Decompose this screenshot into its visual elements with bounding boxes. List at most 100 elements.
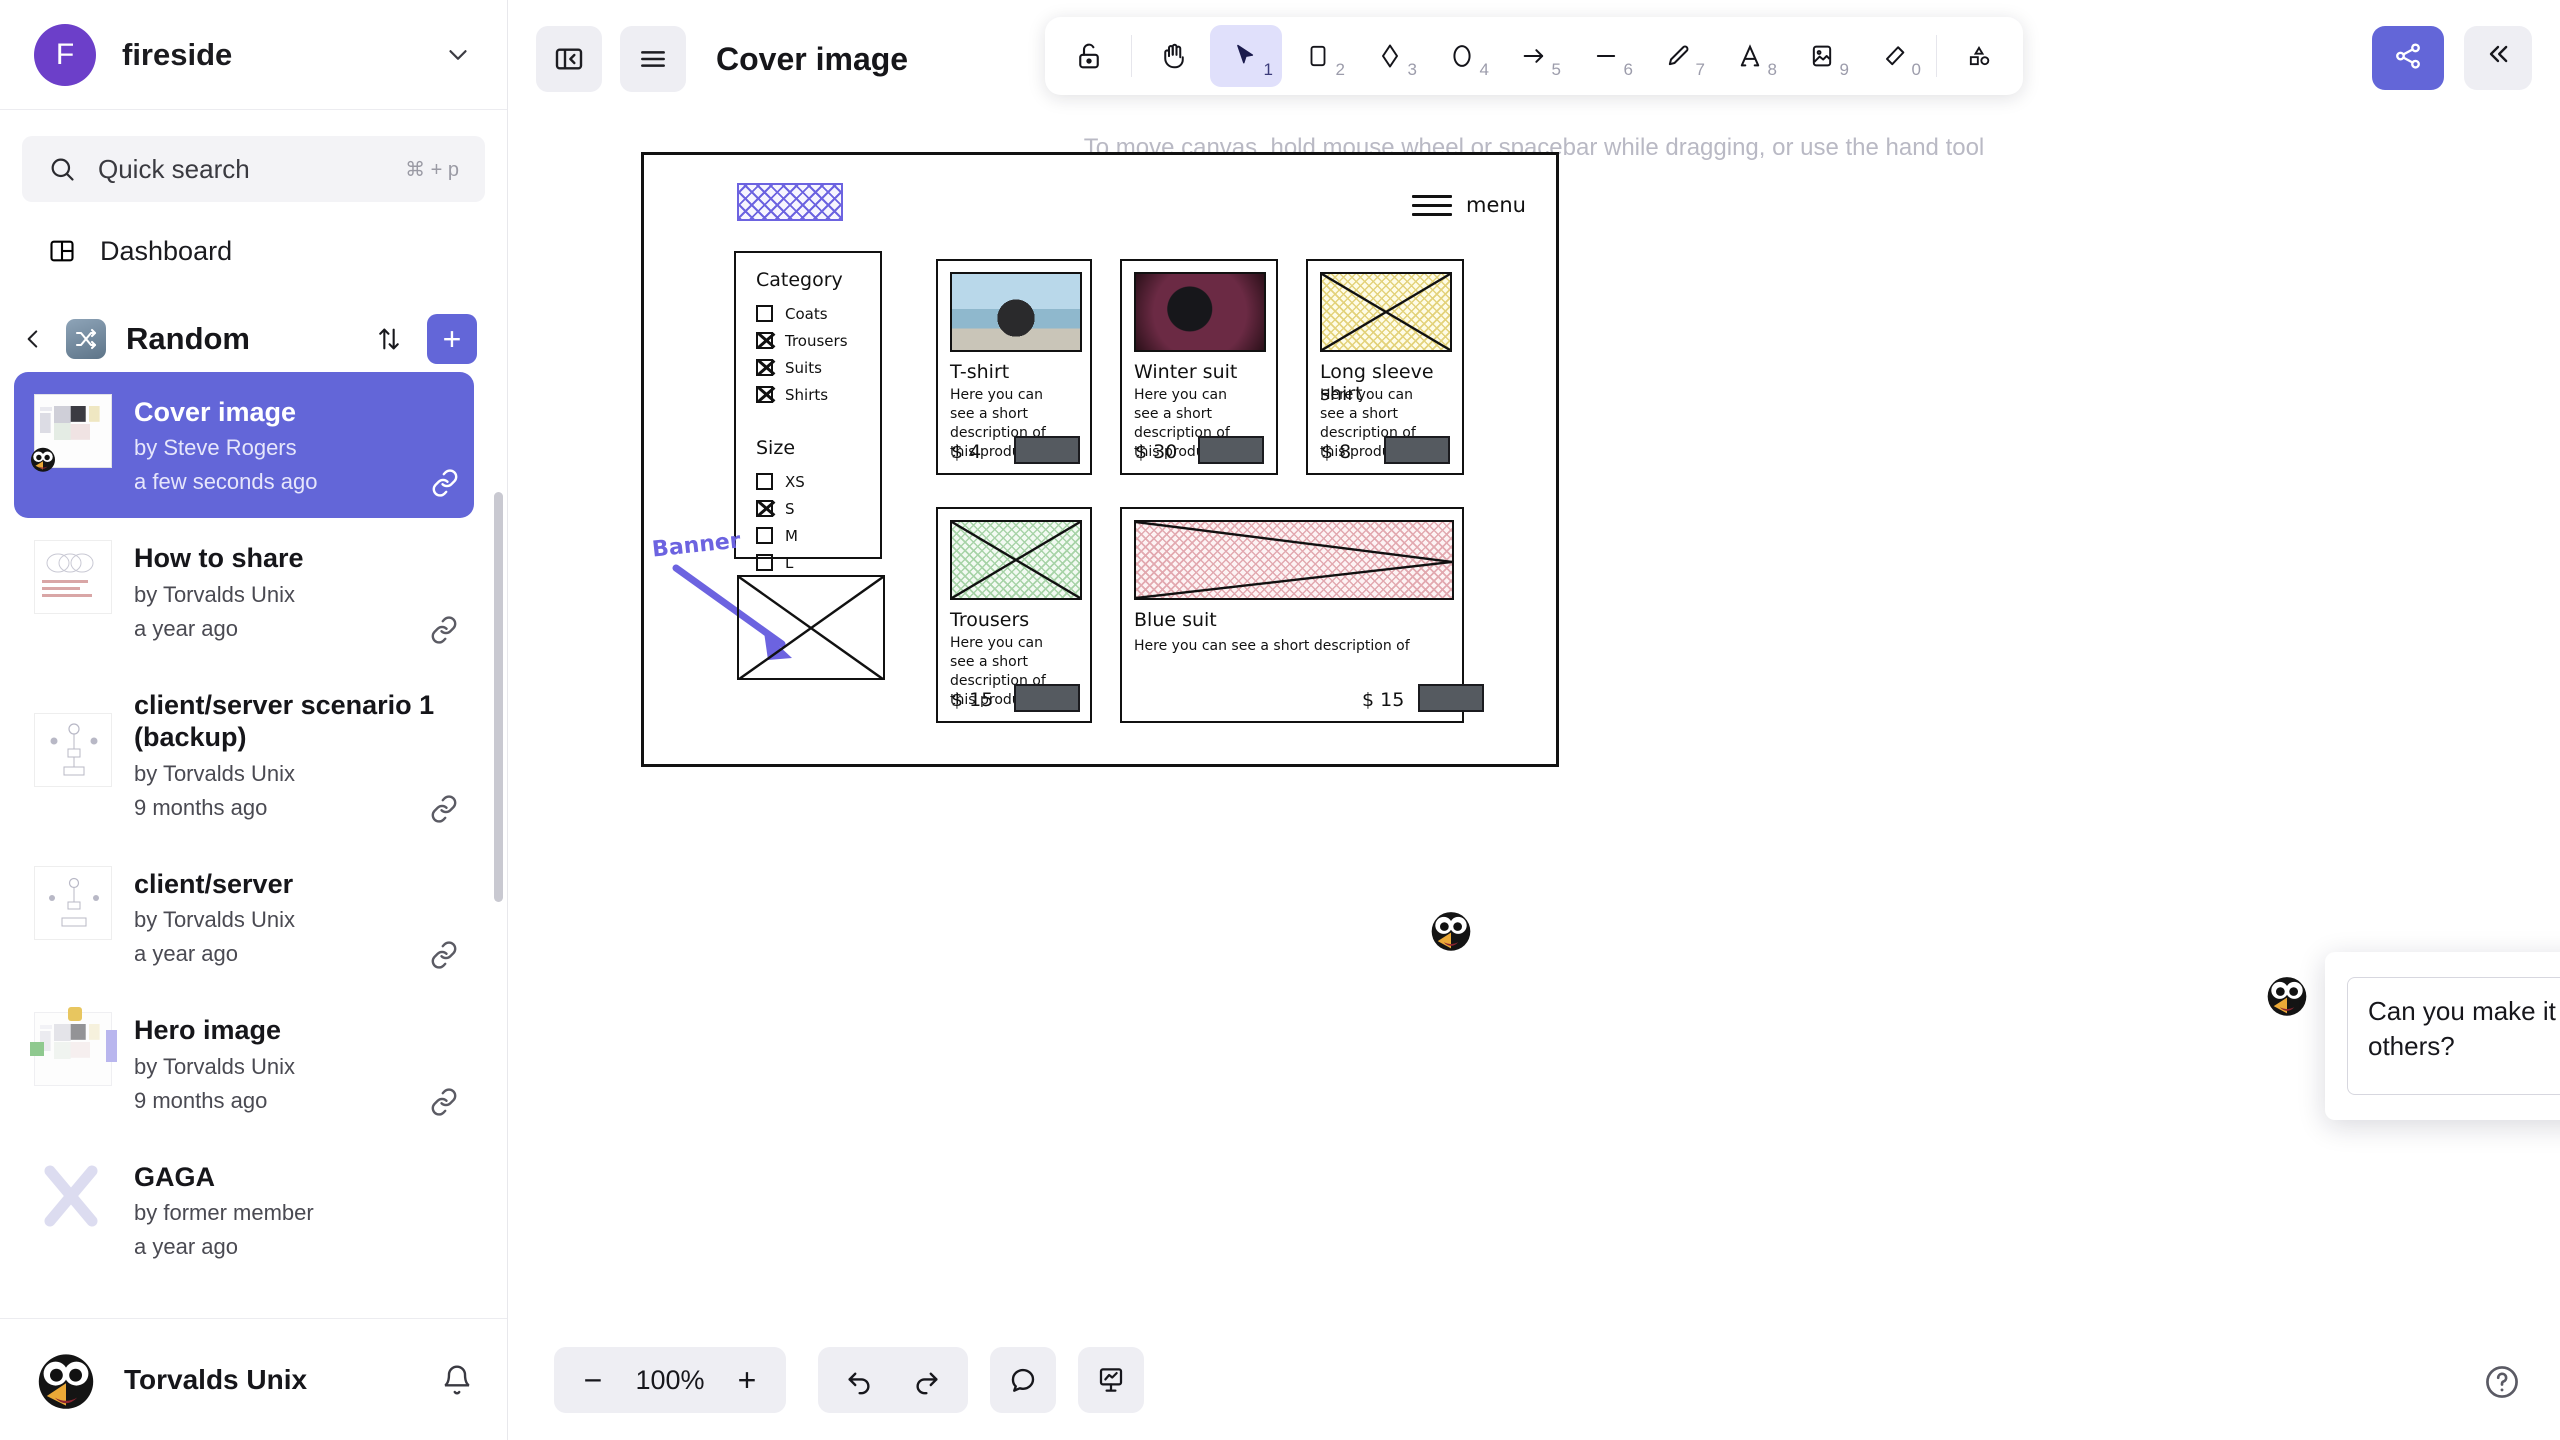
product-cta-placeholder[interactable] xyxy=(1014,684,1080,712)
list-item[interactable]: client/server scenario 1 (backup) by Tor… xyxy=(14,665,473,844)
wireframe-filter-panel[interactable]: Category Coats Trousers Suits Shirts Siz… xyxy=(734,251,882,572)
sidebar-item-dashboard[interactable]: Dashboard xyxy=(22,220,485,282)
wireframe-menu[interactable]: menu xyxy=(1412,193,1526,217)
product-cta-placeholder[interactable] xyxy=(1014,436,1080,464)
filter-option-coats[interactable]: Coats xyxy=(756,301,880,326)
wireframe-product-card[interactable]: Trousers Here you can see a short descri… xyxy=(936,507,1092,723)
document-author: by Torvalds Unix xyxy=(134,581,295,607)
document-time: a year ago xyxy=(134,1234,238,1260)
checkbox-checked-icon[interactable] xyxy=(756,332,773,349)
banner-annotation-label[interactable]: Banner xyxy=(651,528,742,562)
checkbox-icon[interactable] xyxy=(756,473,773,490)
product-cta-placeholder[interactable] xyxy=(1384,436,1450,464)
document-title: How to share xyxy=(134,543,304,574)
copy-link-icon[interactable] xyxy=(430,468,460,498)
sidebar-scrollbar[interactable] xyxy=(494,492,503,1318)
wireframe-menu-label: menu xyxy=(1466,193,1526,217)
list-item[interactable]: How to share by Torvalds Unix a year ago xyxy=(14,518,473,664)
filter-option-trousers[interactable]: Trousers xyxy=(756,328,880,353)
filter-option-suits[interactable]: Suits xyxy=(756,355,880,380)
zoom-level-value[interactable]: 100% xyxy=(622,1365,718,1396)
wireframe-frame[interactable]: menu Category Coats Trousers Suits Shirt… xyxy=(641,152,1559,767)
wireframe-banner-block[interactable] xyxy=(737,183,843,221)
help-button[interactable] xyxy=(2472,1352,2532,1412)
wireframe-product-card[interactable]: Long sleeve shirt Here you can see a sho… xyxy=(1306,259,1464,475)
comment-input[interactable] xyxy=(2347,977,2560,1095)
document-author: by Torvalds Unix xyxy=(134,1053,295,1079)
sidebar: F fireside Quick search ⌘ + p Dashboard xyxy=(0,0,508,1440)
comment-bubble-icon[interactable] xyxy=(990,1347,1056,1413)
chevron-left-icon[interactable] xyxy=(14,320,52,358)
checkbox-icon[interactable] xyxy=(756,527,773,544)
copy-link-icon[interactable] xyxy=(429,940,459,970)
checkbox-checked-icon[interactable] xyxy=(756,359,773,376)
document-author: by Steve Rogers xyxy=(134,435,297,461)
workspace-name: fireside xyxy=(122,36,233,72)
document-thumbnail xyxy=(31,394,112,472)
document-title: client/server xyxy=(134,868,294,899)
checkbox-checked-icon[interactable] xyxy=(756,386,773,403)
wireframe-product-card[interactable]: Winter suit Here you can see a short des… xyxy=(1120,259,1278,475)
product-cta-placeholder[interactable] xyxy=(1418,684,1484,712)
user-name: Torvalds Unix xyxy=(124,1363,308,1395)
list-item[interactable]: client/server by Torvalds Unix a year ag… xyxy=(14,844,473,990)
filter-option-label: Coats xyxy=(785,304,828,323)
copy-link-icon[interactable] xyxy=(429,1087,459,1117)
search-icon xyxy=(48,155,76,183)
hamburger-menu-icon[interactable] xyxy=(620,26,686,92)
wireframe-product-card-blue-suit[interactable]: Blue suit Here you can see a short descr… xyxy=(1120,507,1484,723)
filter-size-xs[interactable]: XS xyxy=(756,469,880,494)
presentation-icon[interactable] xyxy=(1078,1347,1144,1413)
document-author: by former member xyxy=(134,1200,314,1226)
product-image-placeholder xyxy=(1320,272,1452,352)
penguin-presence-marker[interactable] xyxy=(1422,900,1480,958)
top-bar: Cover image xyxy=(508,0,2560,118)
penguin-presence-icon xyxy=(31,447,55,472)
add-document-button[interactable]: + xyxy=(427,314,477,364)
document-meta: GAGA by former member a year ago xyxy=(134,1159,453,1261)
wireframe-product-card[interactable]: T-shirt Here you can see a short descrip… xyxy=(936,259,1092,475)
zoom-in-button[interactable]: + xyxy=(718,1351,776,1409)
filter-option-label: Trousers xyxy=(785,331,848,350)
shuffle-icon xyxy=(66,319,106,359)
sidebar-footer: Torvalds Unix xyxy=(0,1318,507,1440)
bell-icon[interactable] xyxy=(441,1364,473,1396)
product-price: $ 8 xyxy=(1321,441,1352,463)
wireframe-image-placeholder[interactable] xyxy=(737,575,885,680)
search-input[interactable]: Quick search ⌘ + p xyxy=(22,136,485,202)
product-cta-placeholder[interactable] xyxy=(1198,436,1264,464)
list-item[interactable]: Cover image by Steve Rogers a few second… xyxy=(14,372,474,519)
filter-size-label: M xyxy=(785,526,798,545)
workspace-avatar: F xyxy=(34,23,96,86)
document-time: a year ago xyxy=(134,941,238,967)
penguin-avatar[interactable] xyxy=(34,1348,98,1412)
penguin-presence-marker[interactable] xyxy=(2258,965,2316,1023)
checkbox-checked-icon[interactable] xyxy=(756,500,773,517)
document-time: 9 months ago xyxy=(134,794,268,820)
list-item[interactable]: GAGA by former member a year ago xyxy=(14,1137,473,1283)
product-description: Here you can see a short description of xyxy=(1134,638,1410,654)
zoom-out-button[interactable]: − xyxy=(564,1351,622,1409)
list-item[interactable]: Hero image by Torvalds Unix 9 months ago xyxy=(14,990,473,1136)
redo-icon[interactable] xyxy=(898,1351,956,1409)
search-shortcut: ⌘ + p xyxy=(405,158,459,181)
document-meta: How to share by Torvalds Unix a year ago xyxy=(134,540,453,642)
zoom-control-group: − 100% + xyxy=(554,1347,786,1413)
copy-link-icon[interactable] xyxy=(429,794,459,824)
undo-icon[interactable] xyxy=(830,1351,888,1409)
filter-option-label: Suits xyxy=(785,358,822,377)
scrollbar-thumb[interactable] xyxy=(494,492,503,902)
sidebar-toggle-icon[interactable] xyxy=(536,26,602,92)
filter-option-shirts[interactable]: Shirts xyxy=(756,382,880,407)
document-meta: client/server scenario 1 (backup) by Tor… xyxy=(134,687,453,822)
filter-size-heading: Size xyxy=(756,437,796,459)
document-list: Cover image by Steve Rogers a few second… xyxy=(0,372,507,1318)
workspace-header[interactable]: F fireside xyxy=(0,0,507,110)
chevron-down-icon[interactable] xyxy=(443,40,473,70)
sort-icon[interactable] xyxy=(365,321,413,357)
copy-link-icon[interactable] xyxy=(429,615,459,645)
checkbox-icon[interactable] xyxy=(756,305,773,322)
filter-size-m[interactable]: M xyxy=(756,523,880,548)
filter-size-s[interactable]: S xyxy=(756,496,880,521)
bottom-bar: − 100% + xyxy=(508,1320,2560,1440)
